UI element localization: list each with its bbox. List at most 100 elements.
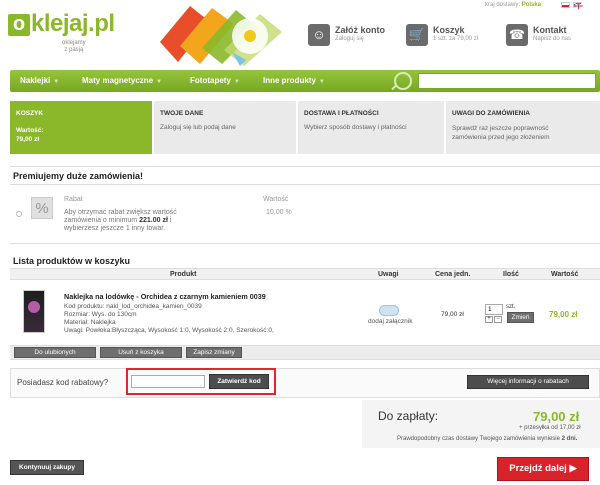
chevron-down-icon: ▼ (318, 79, 325, 85)
header-banner-image (160, 6, 282, 66)
account-subtitle: Zaloguj się (335, 36, 365, 42)
col-ilosc: Ilość (503, 271, 519, 278)
search-icon[interactable] (394, 72, 412, 90)
col-cena: Cena jedn. (435, 271, 471, 278)
step-notes[interactable]: UWAGI DO ZAMÓWIENIA Sprawdź raz jeszcze … (446, 101, 600, 154)
product-name[interactable]: Naklejka na lodówkę - Orchidea z czarnym… (64, 292, 266, 301)
quantity-increase-button[interactable]: + (485, 316, 493, 323)
coupon-label: Posiadasz kod rabatowy? (17, 378, 109, 387)
step-title: UWAGI DO ZAMÓWIENIA (452, 110, 530, 117)
rabat-text-1: Aby otrzymać rabat zwiększ wartość (64, 209, 177, 216)
nav-item-maty[interactable]: Maty magnetyczne ▼ (82, 76, 162, 85)
nav-label: Inne produkty (263, 76, 316, 85)
basket-icon: 🛒 (406, 24, 428, 46)
nav-item-fototapety[interactable]: Fototapety ▼ (190, 76, 240, 85)
rabat-value-label: Wartość (263, 196, 289, 203)
col-produkt: Produkt (170, 271, 197, 278)
logo-tagline: oklejamy z pasją (62, 40, 86, 53)
attachment-cloud-icon[interactable] (379, 305, 399, 316)
phone-icon: ☎ (506, 24, 528, 46)
product-details: Kod produktu: nakl_lod_orchidea_kamien_0… (64, 303, 274, 335)
add-attachment-link[interactable]: dodaj załącznik (368, 318, 412, 325)
percent-badge-icon: % (31, 197, 53, 219)
shipping-cost: + przesyłka od 17,00 zł (519, 425, 581, 431)
contact-link[interactable]: ☎ Kontakt Napisz do nas (506, 24, 600, 48)
account-title: Załóż konto (335, 25, 385, 35)
nav-item-naklejki[interactable]: Naklejki ▼ (20, 76, 59, 85)
product-code: Kod produktu: nakl_lod_orchidea_kamien_0… (64, 303, 202, 310)
continue-shopping-button[interactable]: Kontynuuj zakupy (10, 460, 84, 475)
total-label: Do zapłaty: (378, 409, 439, 423)
product-thumbnail[interactable] (23, 290, 45, 333)
change-quantity-button[interactable]: Zmień (507, 312, 534, 323)
col-uwagi: Uwagi (378, 271, 399, 278)
total-amount: 79,00 zł (533, 409, 580, 424)
logo-icon[interactable]: o (8, 14, 30, 36)
flag-en-icon[interactable] (573, 2, 584, 10)
rabat-text-2: zamówienia o minimum (64, 217, 138, 224)
contact-title: Kontakt (533, 25, 567, 35)
delivery-country[interactable]: kraj dostawy: Polska (485, 2, 541, 8)
step-title: DOSTAWA I PŁATNOŚCI (304, 110, 379, 117)
delivery-time: Prawdopodobny czas dostawy Twojego zamów… (397, 436, 577, 442)
nav-label: Naklejki (20, 76, 51, 85)
step-desc: Wybierz sposób dostawy i płatności (304, 124, 407, 131)
quantity-decrease-button[interactable]: − (494, 316, 502, 323)
chevron-down-icon: ▼ (53, 79, 60, 85)
save-changes-button[interactable]: Zapisz zmiany (186, 347, 242, 358)
coupon-code-input[interactable] (131, 375, 205, 388)
next-step-button[interactable]: Przejdź dalej ▶ (497, 457, 589, 481)
step-desc: Sprawdź raz jeszcze poprawność zamówieni… (452, 125, 550, 141)
cart-subtitle: 1 szt. za 79,00 zł (433, 36, 479, 42)
rabat-value: 10.00 % (266, 209, 292, 216)
quantity-input[interactable] (485, 304, 503, 315)
apply-coupon-button[interactable]: Zatwierdź kod (209, 374, 269, 389)
product-material: Materiał: Naklejka (64, 319, 116, 326)
nav-label: Maty magnetyczne (82, 76, 154, 85)
add-to-favorites-button[interactable]: Do ulubionych (14, 347, 96, 358)
divider (10, 166, 600, 167)
cart-actions-bar (10, 345, 600, 360)
rabat-label: Rabat (64, 196, 83, 203)
cart-link[interactable]: 🛒 Koszyk 1 szt. za 79,00 zł (406, 24, 496, 48)
nav-label: Fototapety (190, 76, 231, 85)
step-delivery[interactable]: DOSTAWA I PŁATNOŚCI Wybierz sposób dosta… (298, 101, 444, 154)
delivery-label: kraj dostawy: (485, 2, 521, 8)
divider (10, 243, 600, 244)
rabat-radio[interactable] (16, 211, 22, 217)
premium-heading: Premiujemy duże zamówienia! (13, 171, 144, 181)
more-discount-info-button[interactable]: Więcej informacji o rabatach (467, 375, 589, 389)
rabat-amount: 221.00 zł (139, 217, 168, 224)
product-notes: Uwagi: Powłoka:Błyszcząca, Wysokość 1:0,… (64, 327, 274, 334)
step-title: TWOJE DANE (160, 110, 204, 117)
divider (10, 184, 600, 185)
cart-list-heading: Lista produktów w koszyku (13, 256, 131, 266)
next-step-label: Przejdź dalej (509, 463, 567, 474)
step-your-data[interactable]: TWOJE DANE Zaloguj się lub podaj dane (154, 101, 296, 154)
col-wartosc: Wartość (551, 271, 579, 278)
chevron-right-icon: ▶ (569, 463, 577, 474)
flag-pl-icon[interactable] (561, 2, 570, 8)
delivery-time-text: Prawdopodobny czas dostawy Twojego zamów… (397, 436, 560, 442)
row-total: 79,00 zł (549, 310, 578, 319)
step-desc: Zaloguj się lub podaj dane (160, 124, 236, 131)
rabat-text-3: i (169, 217, 172, 224)
product-size: Rozmiar: Wys. do 130cm (64, 311, 137, 318)
add-user-icon: ☺ (308, 24, 330, 46)
account-link[interactable]: ☺ Załóż konto Zaloguj się (308, 24, 398, 48)
step-cart[interactable]: KOSZYK Wartość: 79,00 zł (10, 101, 152, 154)
remove-from-cart-button[interactable]: Usuń z koszyka (100, 347, 182, 358)
quantity-unit: szt. (506, 304, 516, 310)
chevron-down-icon: ▼ (156, 79, 163, 85)
search-input[interactable] (418, 73, 596, 89)
rabat-text-4: wybierzesz jeszcze 1 inny towar. (64, 225, 166, 232)
logo-name[interactable]: klejaj.pl (31, 10, 115, 38)
unit-price: 79,00 zł (441, 311, 464, 318)
delivery-time-days: 2 dni. (561, 436, 578, 442)
cart-title: Koszyk (433, 25, 465, 35)
contact-subtitle: Napisz do nas (533, 36, 572, 42)
delivery-country-value[interactable]: Polska (522, 2, 541, 8)
chevron-down-icon: ▼ (233, 79, 240, 85)
nav-item-inne[interactable]: Inne produkty ▼ (263, 76, 325, 85)
rabat-text: Aby otrzymać rabat zwiększ wartość zamów… (64, 209, 184, 233)
